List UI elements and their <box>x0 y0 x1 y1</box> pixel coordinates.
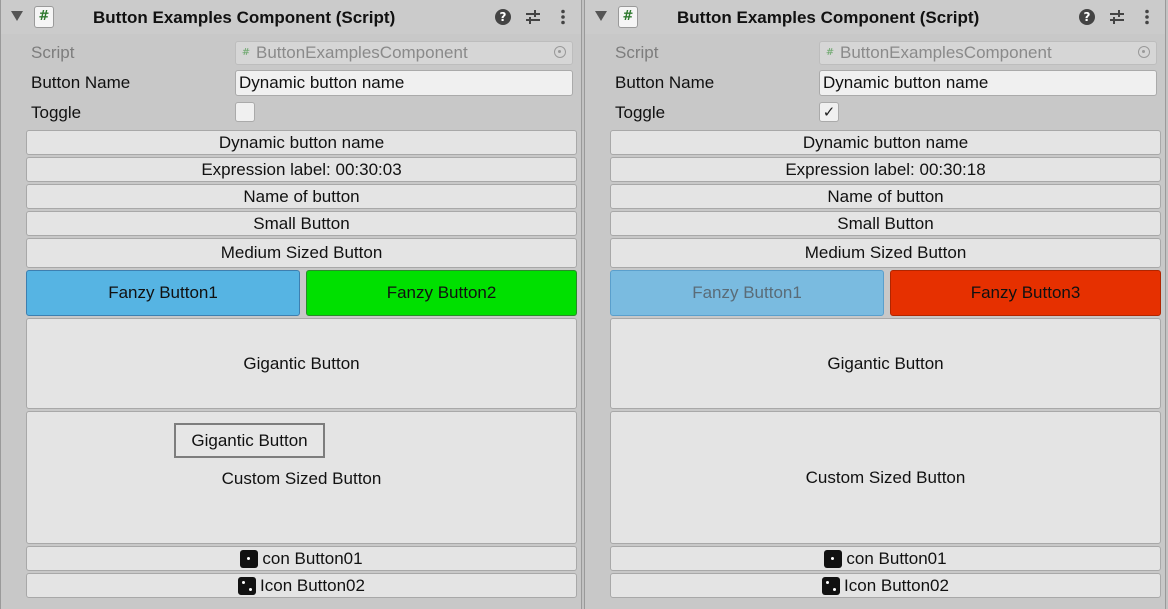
foldout-arrow-icon[interactable] <box>11 11 23 21</box>
sliders-icon[interactable] <box>525 9 541 25</box>
help-icon[interactable]: ? <box>495 9 511 25</box>
name-of-button[interactable]: Name of button <box>610 184 1161 209</box>
name-of-button[interactable]: Name of button <box>26 184 577 209</box>
script-object-field: # ButtonExamplesComponent <box>819 41 1157 65</box>
gigantic-button[interactable]: Gigantic Button <box>26 318 577 409</box>
fancy-button-2[interactable]: Fanzy Button2 <box>306 270 577 316</box>
component-header[interactable]: # Button Examples Component (Script) ? <box>1 0 581 34</box>
icon-button-02[interactable]: Icon Button02 <box>26 573 577 598</box>
script-hash-icon: # <box>34 6 54 28</box>
help-icon[interactable]: ? <box>1079 9 1095 25</box>
small-button[interactable]: Small Button <box>610 211 1161 236</box>
script-hash-icon: # <box>241 47 251 58</box>
script-label: Script <box>615 43 659 62</box>
inspector-panel-left: # Button Examples Component (Script) ? S… <box>0 0 582 609</box>
icon-button-02-label: Icon Button02 <box>844 575 949 595</box>
fancy-button-3[interactable]: Fanzy Button3 <box>890 270 1161 316</box>
toggle-checkbox[interactable] <box>235 102 255 122</box>
icon-button-02[interactable]: Icon Button02 <box>610 573 1161 598</box>
medium-sized-button[interactable]: Medium Sized Button <box>26 238 577 268</box>
icon-button-01[interactable]: con Button01 <box>610 546 1161 571</box>
fancy-button-1[interactable]: Fanzy Button1 <box>26 270 300 316</box>
object-picker-icon <box>554 46 566 58</box>
icon-button-01-label: con Button01 <box>846 548 947 568</box>
custom-sized-button[interactable]: Custom Sized Button <box>610 411 1161 544</box>
dynamic-name-button[interactable]: Dynamic button name <box>26 130 577 155</box>
script-hash-icon: # <box>618 6 638 28</box>
button-name-label: Button Name <box>31 73 131 92</box>
object-picker-icon <box>1138 46 1150 58</box>
fancy-button-1[interactable]: Fanzy Button1 <box>610 270 884 316</box>
expression-label-button[interactable]: Expression label: 00:30:18 <box>610 157 1161 182</box>
kebab-menu-icon[interactable] <box>560 9 566 25</box>
icon-button-01[interactable]: con Button01 <box>26 546 577 571</box>
script-hash-icon: # <box>825 47 835 58</box>
icon-button-01-label: con Button01 <box>262 548 363 568</box>
die-two-icon <box>822 576 841 595</box>
icon-button-02-label: Icon Button02 <box>260 575 365 595</box>
button-name-input[interactable]: Dynamic button name <box>819 70 1157 96</box>
gigantic-inner-button[interactable]: Gigantic Button <box>174 423 325 458</box>
die-two-icon <box>238 576 257 595</box>
component-title: Button Examples Component (Script) <box>677 8 980 27</box>
die-one-icon <box>824 549 843 568</box>
inspector-panel-right: # Button Examples Component (Script) ? S… <box>584 0 1166 609</box>
medium-sized-button[interactable]: Medium Sized Button <box>610 238 1161 268</box>
sliders-icon[interactable] <box>1109 9 1125 25</box>
kebab-menu-icon[interactable] <box>1144 9 1150 25</box>
button-name-input[interactable]: Dynamic button name <box>235 70 573 96</box>
button-name-label: Button Name <box>615 73 715 92</box>
toggle-label: Toggle <box>31 103 82 122</box>
script-label: Script <box>31 43 75 62</box>
component-header[interactable]: # Button Examples Component (Script) ? <box>585 0 1165 34</box>
gigantic-button[interactable]: Gigantic Button <box>610 318 1161 409</box>
expression-label-button[interactable]: Expression label: 00:30:03 <box>26 157 577 182</box>
toggle-label: Toggle <box>615 103 666 122</box>
toggle-checkbox[interactable]: ✓ <box>819 102 839 122</box>
component-title: Button Examples Component (Script) <box>93 8 396 27</box>
small-button[interactable]: Small Button <box>26 211 577 236</box>
script-value: ButtonExamplesComponent <box>256 43 468 62</box>
script-object-field: # ButtonExamplesComponent <box>235 41 573 65</box>
dynamic-name-button[interactable]: Dynamic button name <box>610 130 1161 155</box>
die-one-icon <box>240 549 259 568</box>
script-value: ButtonExamplesComponent <box>840 43 1052 62</box>
foldout-arrow-icon[interactable] <box>595 11 607 21</box>
